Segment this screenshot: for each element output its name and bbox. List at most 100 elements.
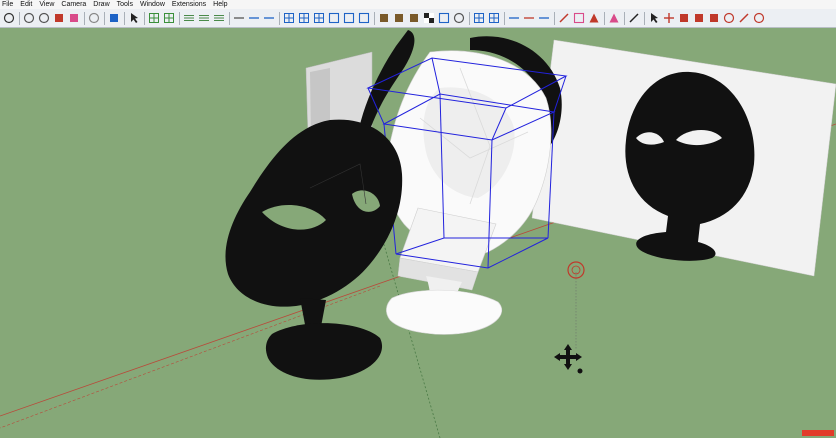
line-dot-button[interactable] <box>263 12 275 24</box>
xray-button[interactable] <box>283 12 295 24</box>
menu-tools[interactable]: Tools <box>117 0 133 9</box>
section-plane-icon <box>474 13 484 23</box>
cursor-button[interactable] <box>648 12 660 24</box>
toolbar-separator <box>124 11 125 25</box>
hat-icon <box>680 14 688 22</box>
fog-icon <box>453 12 465 24</box>
footprints-button[interactable] <box>108 12 120 24</box>
menu-edit[interactable]: Edit <box>20 0 32 9</box>
tag-icon <box>573 12 585 24</box>
polygon-button[interactable] <box>608 12 620 24</box>
scene-canvas[interactable] <box>0 28 836 438</box>
paint-bucket-icon <box>55 14 63 22</box>
crescent-icon <box>723 12 735 24</box>
shaded-button[interactable] <box>328 12 340 24</box>
line-style-icon <box>234 17 244 19</box>
tag-button[interactable] <box>573 12 585 24</box>
axes-icon <box>509 17 519 19</box>
sketchup-window: File Edit View Camera Draw Tools Window Extensi… <box>0 0 836 438</box>
pyramid-button[interactable] <box>588 12 600 24</box>
orbit-button[interactable] <box>3 12 15 24</box>
menu-file[interactable]: File <box>2 0 13 9</box>
eraser-button[interactable] <box>68 12 80 24</box>
component-icon <box>149 13 159 23</box>
paint-button[interactable] <box>693 12 705 24</box>
knife-icon <box>629 13 639 23</box>
knife-button[interactable] <box>628 12 640 24</box>
feather-icon <box>739 13 749 23</box>
layers-add-button[interactable] <box>198 12 210 24</box>
box-button[interactable] <box>708 12 720 24</box>
hat-button[interactable] <box>678 12 690 24</box>
guides-button[interactable] <box>523 12 535 24</box>
front-view-button[interactable] <box>408 12 420 24</box>
menu-extensions[interactable]: Extensions <box>172 0 206 9</box>
hidden-line-button[interactable] <box>313 12 325 24</box>
dimension-icon <box>539 17 549 19</box>
cursor-icon <box>651 13 658 23</box>
iso-view-icon <box>380 14 388 22</box>
toolbar-separator <box>104 11 105 25</box>
group-button[interactable] <box>163 12 175 24</box>
wireframe-button[interactable] <box>298 12 310 24</box>
layers-remove-button[interactable] <box>213 12 225 24</box>
layers-remove-icon <box>214 15 224 21</box>
menu-view[interactable]: View <box>39 0 54 9</box>
select-arrow-icon <box>131 13 138 23</box>
polygon-icon <box>609 13 619 23</box>
axes-button[interactable] <box>508 12 520 24</box>
section-cut-button[interactable] <box>488 12 500 24</box>
gear-button[interactable] <box>753 12 765 24</box>
pencil-button[interactable] <box>558 12 570 24</box>
checker-icon <box>424 13 434 23</box>
top-view-icon <box>395 14 403 22</box>
checker-button[interactable] <box>423 12 435 24</box>
shadow-icon <box>438 12 450 24</box>
toolbar-separator <box>644 11 645 25</box>
line-style-button[interactable] <box>233 12 245 24</box>
toolbar-separator <box>144 11 145 25</box>
layers-add-icon <box>199 15 209 21</box>
wireframe-icon <box>299 13 309 23</box>
toolbar-separator <box>229 11 230 25</box>
eraser-icon <box>70 14 78 22</box>
move-button[interactable] <box>663 12 675 24</box>
component-button[interactable] <box>148 12 160 24</box>
layers-button[interactable] <box>183 12 195 24</box>
fog-button[interactable] <box>453 12 465 24</box>
toolbar-separator <box>469 11 470 25</box>
menu-draw[interactable]: Draw <box>93 0 109 9</box>
textured-button[interactable] <box>343 12 355 24</box>
top-view-button[interactable] <box>393 12 405 24</box>
shaded-icon <box>328 12 340 24</box>
model-viewport[interactable] <box>0 28 836 438</box>
zoom-button[interactable] <box>23 12 35 24</box>
zoom-extents-icon <box>38 12 50 24</box>
menu-window[interactable]: Window <box>140 0 165 9</box>
crescent-button[interactable] <box>723 12 735 24</box>
feather-button[interactable] <box>738 12 750 24</box>
move-icon <box>664 13 674 23</box>
layers-icon <box>184 15 194 21</box>
toolbar <box>0 9 836 28</box>
sphere-button[interactable] <box>88 12 100 24</box>
dimension-button[interactable] <box>538 12 550 24</box>
select-arrow-button[interactable] <box>128 12 140 24</box>
line-dash-button[interactable] <box>248 12 260 24</box>
menu-camera[interactable]: Camera <box>61 0 86 9</box>
zoom-icon <box>23 12 35 24</box>
zoom-extents-button[interactable] <box>38 12 50 24</box>
toolbar-separator <box>374 11 375 25</box>
shadow-button[interactable] <box>438 12 450 24</box>
toolbar-separator <box>504 11 505 25</box>
monochrome-button[interactable] <box>358 12 370 24</box>
toolbar-separator <box>604 11 605 25</box>
menu-bar: File Edit View Camera Draw Tools Window Extensi… <box>0 0 836 9</box>
pencil-icon <box>559 13 569 23</box>
paint-bucket-button[interactable] <box>53 12 65 24</box>
footprints-icon <box>110 14 118 22</box>
menu-help[interactable]: Help <box>213 0 227 9</box>
section-plane-button[interactable] <box>473 12 485 24</box>
iso-view-button[interactable] <box>378 12 390 24</box>
toolbar-separator <box>179 11 180 25</box>
